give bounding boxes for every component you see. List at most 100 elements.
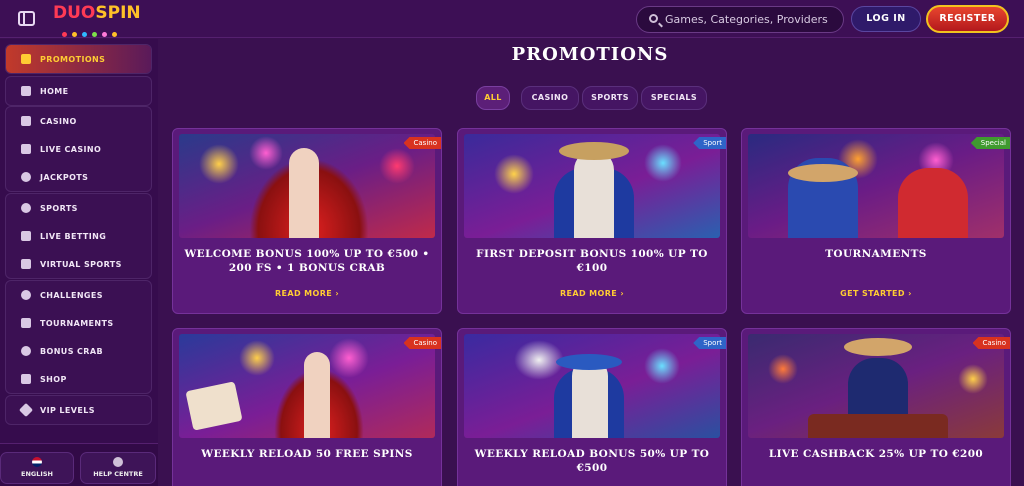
promo-card[interactable]: Casino LIVE CASHBACK 25% UP TO €200	[741, 328, 1011, 486]
home-icon	[21, 86, 31, 96]
sidebar-item-shop[interactable]: SHOP	[6, 365, 151, 393]
search-icon	[649, 14, 658, 23]
nav-group-home: HOME	[5, 76, 152, 106]
promo-card[interactable]: Sport FIRST DEPOSIT BONUS 100% UP TO €10…	[457, 128, 727, 314]
sidebar-item-label: TOURNAMENTS	[40, 318, 114, 328]
slot-machine-icon	[21, 116, 31, 126]
search-box[interactable]	[636, 6, 844, 33]
promo-image	[179, 134, 435, 238]
promo-title: WEEKLY RELOAD BONUS 50% UP TO €500	[474, 448, 710, 474]
promo-card[interactable]: Casino WEEKLY RELOAD 50 FREE SPINS	[172, 328, 442, 486]
sidebar-item-home[interactable]: HOME	[6, 77, 151, 105]
promo-title: LIVE CASHBACK 25% UP TO €200	[768, 448, 984, 460]
promo-image	[179, 334, 435, 438]
chevron-right-icon: ›	[620, 289, 625, 298]
sidebar: PROMOTIONS HOME CASINO LIVE CASINO JACKP…	[0, 39, 158, 486]
sidebar-item-bonus-crab[interactable]: BONUS CRAB	[6, 337, 151, 365]
help-icon	[113, 457, 123, 467]
promo-card[interactable]: Sport WEEKLY RELOAD BONUS 50% UP TO €500	[457, 328, 727, 486]
sidebar-item-promotions[interactable]: PROMOTIONS	[6, 45, 151, 73]
sidebar-item-label: CHALLENGES	[40, 290, 103, 300]
chevron-right-icon: ›	[335, 289, 340, 298]
help-label: HELP CENTRE	[93, 470, 143, 478]
sidebar-item-label: PROMOTIONS	[40, 54, 106, 64]
category-tag: Casino	[403, 337, 441, 349]
promo-title: FIRST DEPOSIT BONUS 100% UP TO €100	[476, 248, 708, 274]
diamond-icon	[18, 402, 34, 418]
sidebar-item-vip-levels[interactable]: VIP LEVELS	[6, 396, 151, 424]
sidebar-item-casino[interactable]: CASINO	[6, 107, 151, 135]
cart-icon	[21, 374, 31, 384]
sidebar-item-label: CASINO	[40, 116, 77, 126]
logo-decoration	[62, 22, 140, 37]
help-centre-button[interactable]: HELP CENTRE	[80, 452, 156, 484]
login-button[interactable]: LOG IN	[851, 6, 921, 32]
language-label: ENGLISH	[21, 470, 53, 478]
filter-tab-sports[interactable]: SPORTS	[582, 86, 638, 110]
gift-icon	[21, 54, 31, 64]
uk-flag-icon	[32, 457, 42, 467]
clover-icon	[21, 172, 31, 182]
sidebar-item-label: JACKPOTS	[40, 172, 89, 182]
language-button[interactable]: ENGLISH	[0, 452, 74, 484]
sidebar-item-sports[interactable]: SPORTS	[6, 194, 151, 222]
sidebar-item-live-casino[interactable]: LIVE CASINO	[6, 135, 151, 163]
cta-label: GET STARTED	[840, 289, 905, 298]
play-icon	[21, 231, 31, 241]
nav-group-promotions: PROMOTIONS	[5, 44, 152, 74]
sidebar-toggle-icon[interactable]	[18, 11, 35, 26]
promo-card[interactable]: Special TOURNAMENTS GET STARTED ›	[741, 128, 1011, 314]
sidebar-item-label: SHOP	[40, 374, 67, 384]
read-more-link[interactable]: READ MORE ›	[173, 289, 441, 298]
register-button[interactable]: REGISTER	[926, 5, 1009, 33]
sidebar-item-label: LIVE BETTING	[40, 231, 107, 241]
trophy-icon	[21, 318, 31, 328]
sidebar-item-label: HOME	[40, 86, 69, 96]
crab-icon	[21, 346, 31, 356]
sidebar-item-label: VIRTUAL SPORTS	[40, 259, 122, 269]
filter-tab-all[interactable]: ALL	[476, 86, 510, 110]
nav-group-rewards: CHALLENGES TOURNAMENTS BONUS CRAB SHOP	[5, 280, 152, 394]
promo-title: WELCOME BONUS 100% UP TO €500 • 200 FS •…	[184, 248, 430, 274]
nav-group-sports: SPORTS LIVE BETTING VIRTUAL SPORTS	[5, 193, 152, 279]
cta-label: READ MORE	[274, 289, 333, 298]
category-tag: Sport	[693, 337, 726, 349]
top-header: DUOSPIN LOG IN REGISTER	[0, 0, 1024, 38]
category-tag: Special	[970, 137, 1010, 149]
sidebar-item-virtual-sports[interactable]: VIRTUAL SPORTS	[6, 250, 151, 278]
get-started-link[interactable]: GET STARTED ›	[742, 289, 1010, 298]
sidebar-footer: ENGLISH HELP CENTRE	[0, 443, 158, 486]
cta-label: READ MORE	[559, 289, 618, 298]
sidebar-item-label: BONUS CRAB	[40, 346, 103, 356]
sidebar-item-tournaments[interactable]: TOURNAMENTS	[6, 309, 151, 337]
sidebar-item-live-betting[interactable]: LIVE BETTING	[6, 222, 151, 250]
sidebar-item-jackpots[interactable]: JACKPOTS	[6, 163, 151, 191]
sidebar-item-challenges[interactable]: CHALLENGES	[6, 281, 151, 309]
ball-icon	[21, 203, 31, 213]
medal-icon	[21, 290, 31, 300]
sidebar-item-label: SPORTS	[40, 203, 78, 213]
monitor-icon	[21, 259, 31, 269]
card-icon	[21, 144, 31, 154]
chevron-right-icon: ›	[908, 289, 912, 298]
category-tag: Casino	[972, 337, 1010, 349]
promo-image	[464, 334, 720, 438]
promo-image	[748, 334, 1004, 438]
read-more-link[interactable]: READ MORE ›	[458, 289, 726, 298]
logo-duo: DUO	[53, 3, 96, 23]
nav-group-vip: VIP LEVELS	[5, 395, 152, 425]
promo-card[interactable]: Casino WELCOME BONUS 100% UP TO €500 • 2…	[172, 128, 442, 314]
sidebar-item-label: VIP LEVELS	[40, 405, 95, 415]
promo-title: WEEKLY RELOAD 50 FREE SPINS	[201, 448, 413, 460]
promo-image	[748, 134, 1004, 238]
category-tag: Casino	[403, 137, 441, 149]
filter-tab-casino[interactable]: CASINO	[521, 86, 579, 110]
promo-image	[464, 134, 720, 238]
page-title: PROMOTIONS	[511, 44, 669, 65]
category-tag: Sport	[693, 137, 726, 149]
logo-spin: SPIN	[95, 3, 141, 23]
filter-tab-specials[interactable]: SPECIALS	[641, 86, 707, 110]
nav-group-casino: CASINO LIVE CASINO JACKPOTS	[5, 106, 152, 192]
search-input[interactable]	[665, 10, 840, 29]
promo-title: TOURNAMENTS	[825, 248, 927, 260]
